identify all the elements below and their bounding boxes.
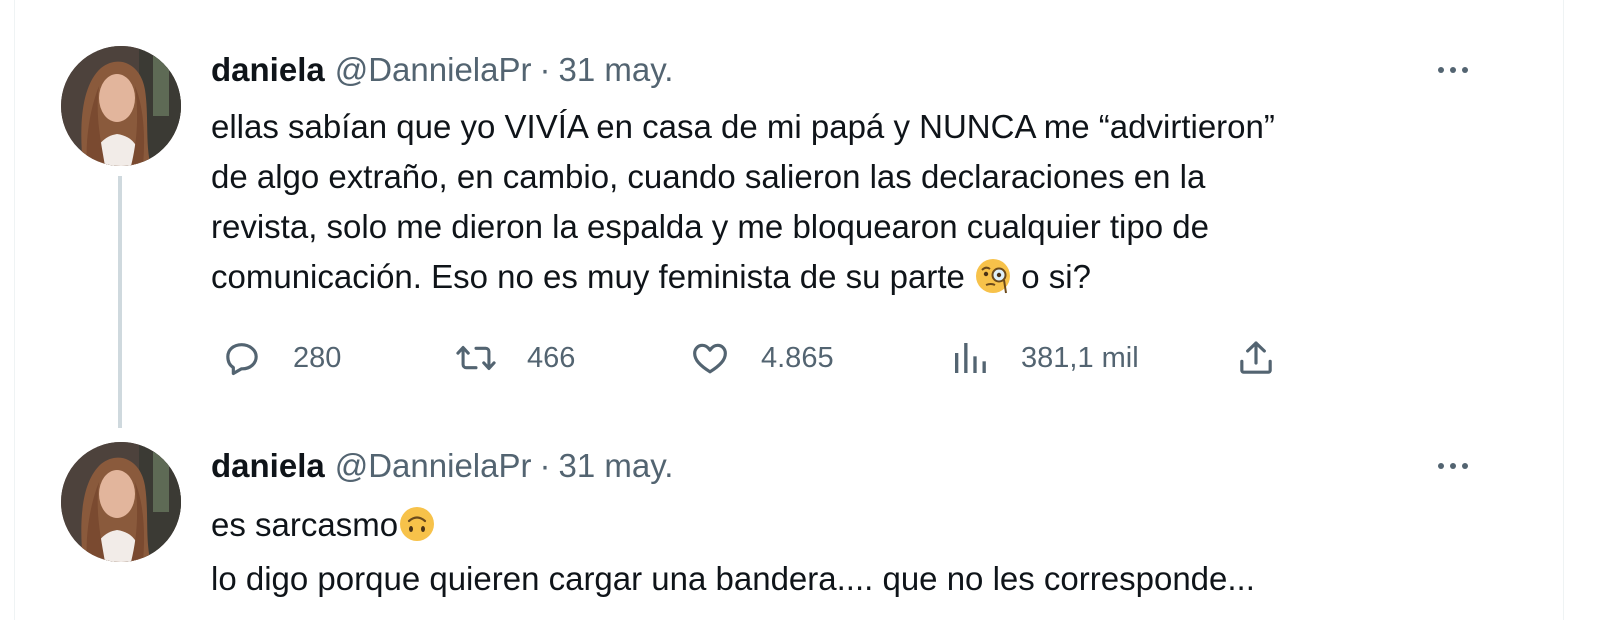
like-button[interactable]: 4.865 (689, 334, 834, 382)
timeline-column: daniela @DannielaPr · 31 may. ellas sabí… (14, 0, 1564, 620)
tweet-text-line: de algo extraño, en cambio, cuando salie… (211, 158, 1206, 195)
tweet-date[interactable]: 31 may. (558, 51, 673, 89)
like-count: 4.865 (761, 341, 834, 374)
author-name[interactable]: daniela (211, 51, 325, 89)
tweet-text: ellas sabían que yo VIVÍA en casa de mi … (211, 102, 1501, 302)
reply-count: 280 (293, 341, 342, 374)
tweet-header: daniela @DannielaPr · 31 may. (211, 48, 673, 92)
tweet-text-line: es sarcasmo (211, 498, 1501, 552)
retweet-count: 466 (527, 341, 576, 374)
separator-dot: · (539, 447, 551, 484)
avatar[interactable] (61, 46, 181, 166)
tweet-header: daniela @DannielaPr · 31 may. (211, 444, 673, 488)
tweet-text-line-last: comunicación. Eso no es muy feminista de… (211, 252, 1501, 302)
tweet-text-line: lo digo porque quieren cargar una bander… (211, 560, 1255, 597)
more-options-icon[interactable] (1429, 50, 1477, 90)
tweet-text-segment: es sarcasmo (211, 506, 399, 543)
reply-button[interactable]: 280 (221, 334, 341, 382)
author-name[interactable]: daniela (211, 447, 325, 485)
tweet-text: es sarcasmo lo digo porque quieren carga… (211, 498, 1501, 606)
reply-icon (221, 337, 263, 379)
tweet-text-line: ellas sabían que yo VIVÍA en casa de mi … (211, 108, 1275, 145)
heart-icon (689, 337, 731, 379)
share-icon (1235, 337, 1277, 379)
thread-connector-line (118, 176, 122, 428)
tweet-actions: 280 466 4.865 381,1 mil (211, 334, 1301, 382)
upside-down-face-icon (400, 507, 435, 541)
tweet[interactable]: daniela @DannielaPr · 31 may. es sarcasm… (15, 440, 1563, 620)
views-button[interactable]: 381,1 mil (949, 334, 1139, 382)
views-chart-icon (949, 337, 991, 379)
tweet-text-line: revista, solo me dieron la espalda y me … (211, 208, 1209, 245)
avatar[interactable] (61, 442, 181, 562)
retweet-icon (455, 337, 497, 379)
tweet[interactable]: daniela @DannielaPr · 31 may. ellas sabí… (15, 0, 1563, 440)
face-with-monocle-icon (976, 259, 1011, 294)
share-button[interactable] (1235, 334, 1277, 382)
separator-dot: · (539, 51, 551, 88)
more-options-icon[interactable] (1429, 446, 1477, 486)
view-count: 381,1 mil (1021, 341, 1139, 374)
author-handle[interactable]: @DannielaPr (335, 51, 532, 89)
tweet-text-segment: o si? (1021, 258, 1091, 295)
tweet-text-segment: comunicación. Eso no es muy feminista de… (211, 258, 965, 295)
author-handle[interactable]: @DannielaPr (335, 447, 532, 485)
retweet-button[interactable]: 466 (455, 334, 575, 382)
tweet-date[interactable]: 31 may. (558, 447, 673, 485)
